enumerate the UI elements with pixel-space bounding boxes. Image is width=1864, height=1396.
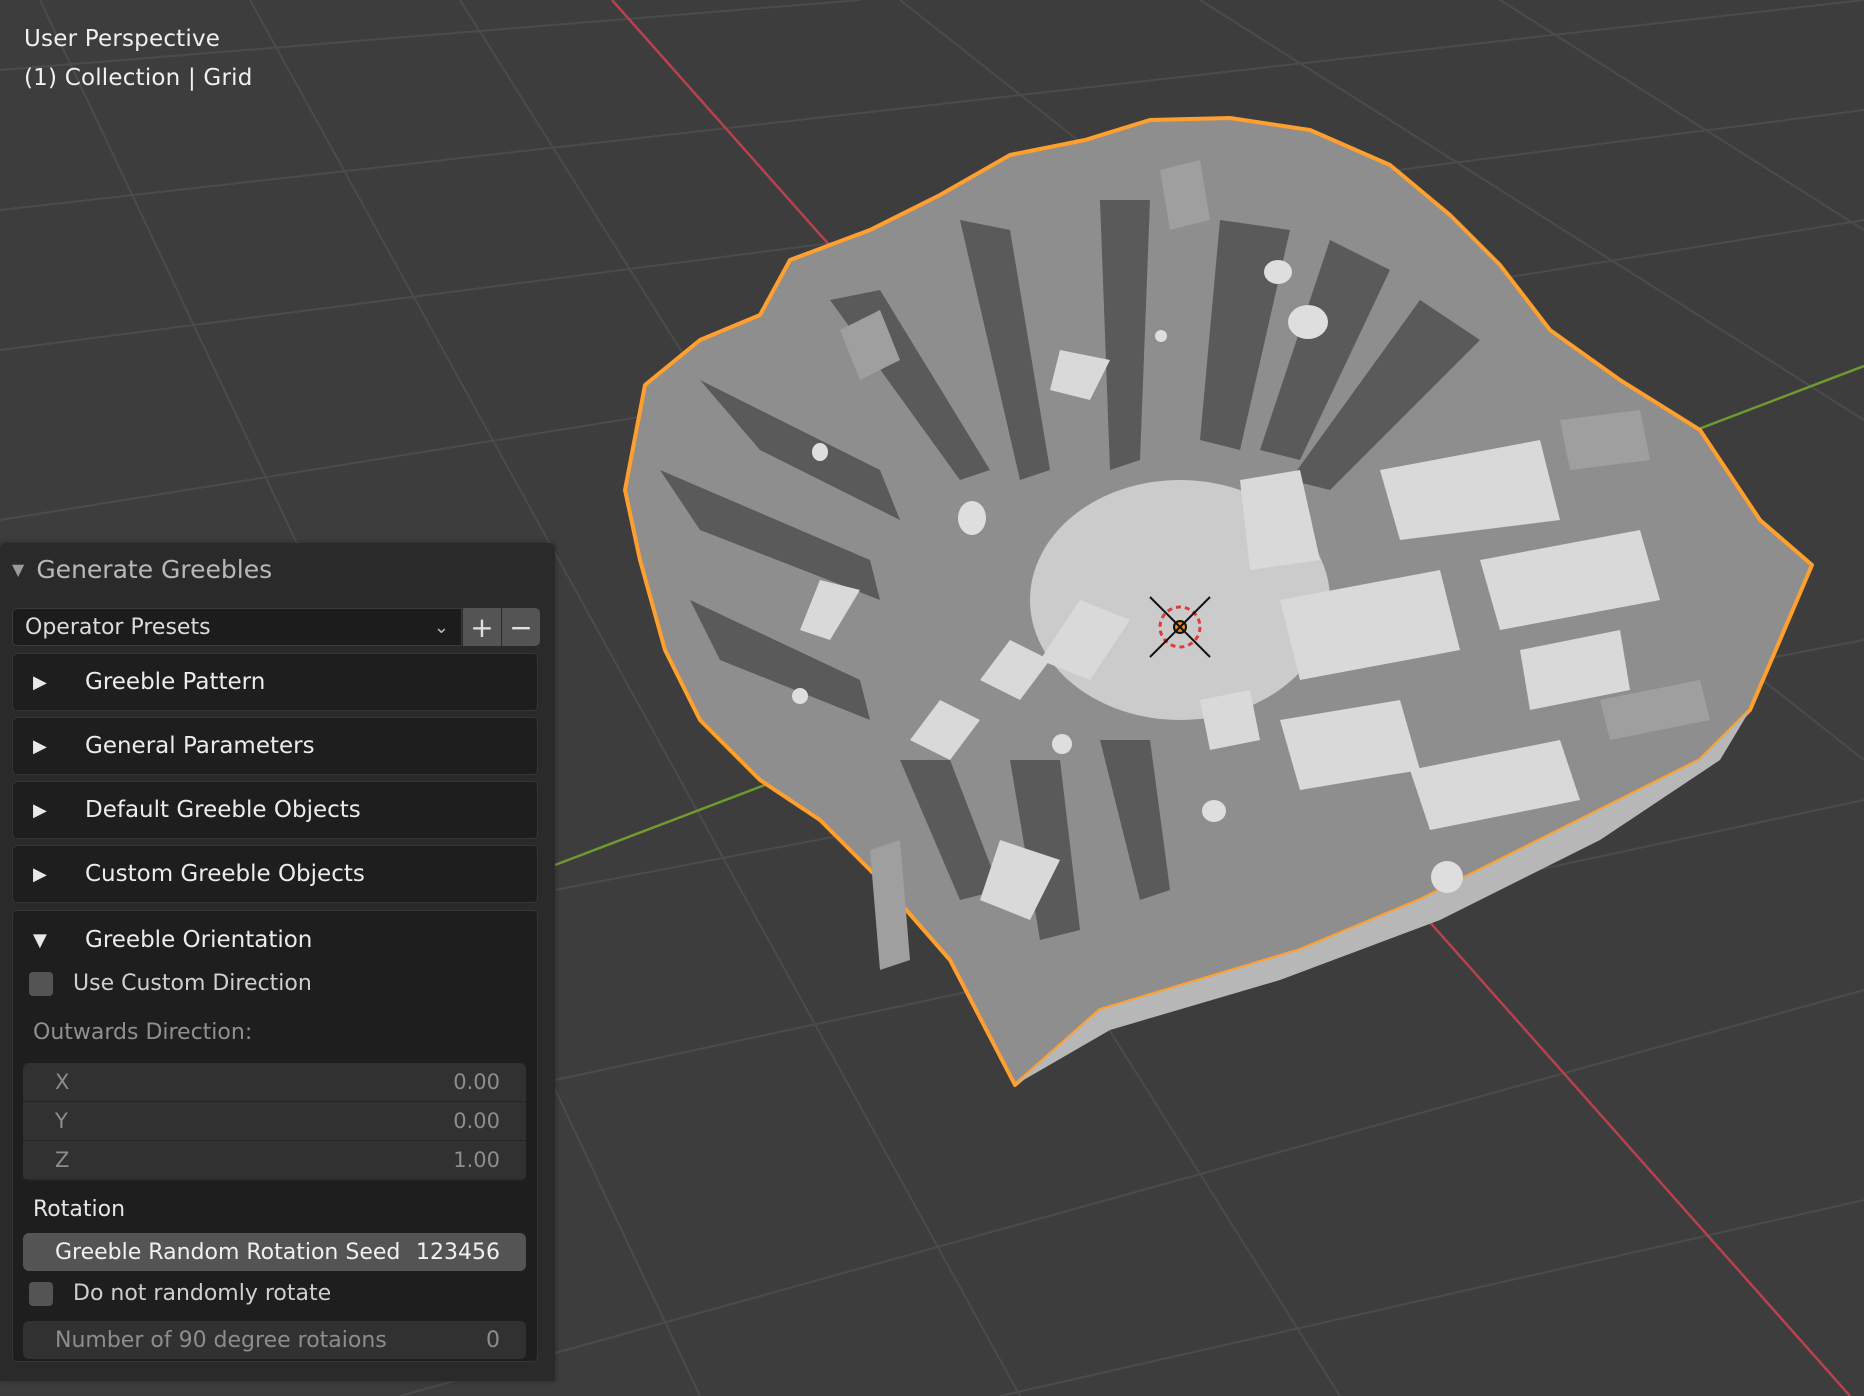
remove-preset-button[interactable]: − [501, 608, 540, 646]
subpanel-header[interactable]: ▼ Greeble Orientation [13, 911, 312, 969]
field-label: Greeble Random Rotation Seed [55, 1239, 401, 1265]
expand-arrow-icon: ▶ [33, 799, 47, 821]
presets-label: Operator Presets [25, 614, 211, 640]
outwards-direction-label: Outwards Direction: [33, 1020, 253, 1045]
field-label: Y [55, 1109, 68, 1133]
use-custom-direction-row[interactable]: Use Custom Direction [29, 971, 312, 996]
no-random-rotate-checkbox[interactable] [29, 1281, 53, 1306]
field-value: 0 [486, 1327, 500, 1353]
panel-header[interactable]: ▼ Generate Greebles [12, 555, 272, 584]
direction-z-field[interactable]: Z 1.00 [23, 1141, 526, 1179]
expand-arrow-icon: ▶ [33, 863, 47, 885]
field-value: 1.00 [453, 1148, 500, 1172]
field-label: X [55, 1070, 70, 1094]
direction-x-field[interactable]: X 0.00 [23, 1063, 526, 1101]
subpanel-default-greeble-objects[interactable]: ▶ Default Greeble Objects [12, 781, 538, 839]
field-label: Number of 90 degree rotaions [55, 1327, 387, 1353]
outwards-direction-vector: X 0.00 Y 0.00 Z 1.00 [23, 1063, 526, 1181]
no-random-rotate-row[interactable]: Do not randomly rotate [29, 1281, 331, 1306]
subpanel-greeble-pattern[interactable]: ▶ Greeble Pattern [12, 653, 538, 711]
subpanel-greeble-orientation: ▼ Greeble Orientation Use Custom Directi… [12, 910, 538, 1362]
chevron-down-icon: ⌄ [433, 616, 449, 638]
direction-y-field[interactable]: Y 0.00 [23, 1102, 526, 1140]
add-preset-button[interactable]: + [462, 608, 501, 646]
subpanel-general-parameters[interactable]: ▶ General Parameters [12, 717, 538, 775]
rotation-label: Rotation [33, 1197, 126, 1222]
operator-panel: ▼ Generate Greebles Operator Presets ⌄ +… [0, 543, 555, 1381]
field-value: 123456 [416, 1239, 500, 1265]
field-value: 0.00 [453, 1070, 500, 1094]
collapse-arrow-icon: ▼ [33, 929, 47, 951]
operator-presets-dropdown[interactable]: Operator Presets ⌄ [12, 608, 462, 646]
viewport-collection-label: (1) Collection | Grid [24, 65, 253, 91]
subpanel-label: Default Greeble Objects [85, 797, 361, 823]
subpanel-custom-greeble-objects[interactable]: ▶ Custom Greeble Objects [12, 845, 538, 903]
no-random-rotate-label: Do not randomly rotate [73, 1281, 332, 1306]
subpanel-label: Greeble Pattern [85, 669, 266, 695]
subpanel-label: Greeble Orientation [85, 927, 313, 953]
expand-arrow-icon: ▶ [33, 735, 47, 757]
panel-title: Generate Greebles [36, 555, 273, 584]
field-value: 0.00 [453, 1109, 500, 1133]
viewport-mode-label: User Perspective [24, 26, 221, 52]
expand-arrow-icon: ▶ [33, 671, 47, 693]
subpanel-label: General Parameters [85, 733, 315, 759]
use-custom-direction-label: Use Custom Direction [73, 971, 312, 996]
subpanel-label: Custom Greeble Objects [85, 861, 365, 887]
num-rotations-field[interactable]: Number of 90 degree rotaions 0 [23, 1321, 526, 1359]
use-custom-direction-checkbox[interactable] [29, 971, 53, 996]
field-label: Z [55, 1148, 70, 1172]
operator-presets-row: Operator Presets ⌄ + − [12, 608, 540, 646]
collapse-triangle-icon[interactable]: ▼ [12, 560, 24, 579]
rotation-seed-field[interactable]: Greeble Random Rotation Seed 123456 [23, 1233, 526, 1271]
